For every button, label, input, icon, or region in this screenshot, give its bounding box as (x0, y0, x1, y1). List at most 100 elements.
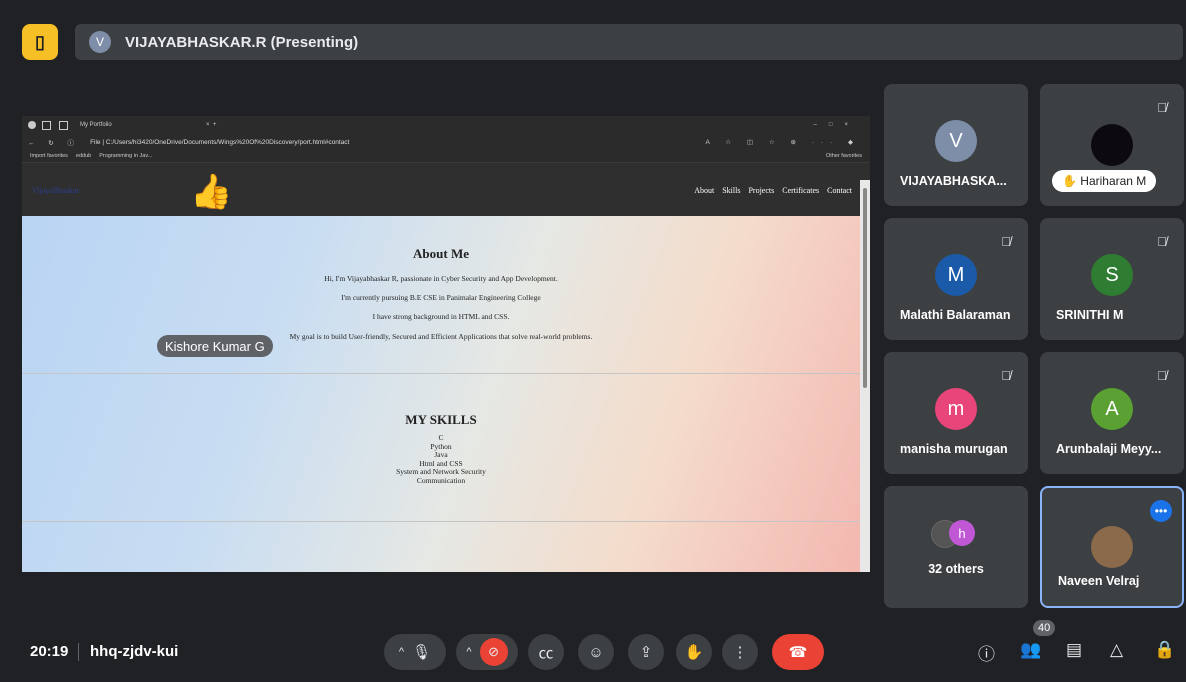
top-bar: ▯ V VIJAYABHASKAR.R (Presenting) (0, 0, 1186, 72)
leave-call-button[interactable]: ☎ (772, 634, 824, 670)
participant-name: SRINITHI M (1056, 308, 1124, 322)
profile-icon (28, 121, 36, 129)
skills-list: C Python Java Html and CSS System and Ne… (22, 433, 860, 485)
host-controls-icon[interactable]: 🔒 (1154, 640, 1175, 660)
chevron-up-icon[interactable]: ^ (466, 646, 471, 658)
participant-tile-active[interactable]: ••• Naveen Velraj (1040, 486, 1184, 608)
favorite-import[interactable]: Import favorites (30, 153, 68, 159)
back-refresh-icon[interactable]: ← ↻ ⓘ (28, 137, 80, 147)
avatar: M (935, 254, 977, 296)
participant-name: Naveen Velraj (1058, 574, 1140, 588)
raise-hand-button[interactable]: ✋ (676, 634, 712, 670)
captions-icon: ㏄ (538, 644, 554, 662)
divider (78, 643, 79, 661)
favorite-programming[interactable]: Programming in Jav... (99, 153, 152, 159)
favorite-eddub[interactable]: eddub (76, 153, 91, 159)
site-content: About Me Hi, I'm Vijayabhaskar R, passio… (22, 216, 860, 572)
present-screen-icon: ⇪ (639, 644, 653, 661)
nav-projects[interactable]: Projects (748, 186, 774, 195)
participant-count-badge: 40 (1033, 620, 1056, 636)
browser-address-bar: ← ↻ ⓘ File | C:/Users/hi3420/OneDrive/Do… (22, 134, 870, 150)
thumbs-up-reaction-icon: 👍 (190, 173, 233, 211)
avatar: A (1091, 388, 1133, 430)
meeting-details-icon[interactable]: ⓘ (978, 640, 995, 665)
about-line: Hi, I'm Vijayabhaskar R, passionate in C… (324, 274, 558, 283)
mic-off-icon: 🎙̸ (1157, 233, 1167, 249)
meet-companion-icon[interactable]: ▯ (22, 24, 58, 60)
presenter-avatar: V (89, 31, 111, 53)
site-brand[interactable]: VijayaBhaskar (32, 186, 79, 195)
present-button[interactable]: ⇪ (628, 634, 664, 670)
other-favorites[interactable]: Other favorites (826, 153, 862, 159)
avatar (1091, 124, 1133, 166)
browser-tab-strip: My Portfolio × + –□× (22, 116, 870, 134)
avatar: m (935, 388, 977, 430)
workspaces-icon (59, 120, 68, 130)
site-navbar: VijayaBhaskar About Skills Projects Cert… (22, 163, 870, 217)
nav-skills[interactable]: Skills (722, 186, 740, 195)
more-vert-icon: ⋮ (732, 644, 748, 661)
pinned-name-pill: ✋ Hariharan M (1052, 170, 1157, 192)
about-heading: About Me (413, 246, 469, 261)
browser-tab[interactable]: My Portfolio (80, 122, 200, 128)
nav-about[interactable]: About (694, 186, 714, 195)
skills-heading: MY SKILLS (405, 412, 477, 427)
nav-certificates[interactable]: Certificates (782, 186, 819, 195)
site-nav-links: About Skills Projects Certificates Conta… (688, 186, 852, 195)
avatar (1091, 526, 1133, 568)
window-controls[interactable]: –□× (814, 122, 860, 128)
people-icon[interactable]: 👥 (1020, 640, 1041, 660)
participant-name: manisha murugan (900, 442, 1008, 456)
bottom-bar: 20:19 hhq-zjdv-kui ^ 🎙 ^ ⊘ ㏄ ☺ ⇪ ✋ ⋮ ☎ ⓘ… (0, 620, 1186, 682)
camera-button[interactable]: ^ ⊘ (456, 634, 518, 670)
participant-name: Arunbalaji Meyy... (1056, 442, 1162, 456)
others-tile[interactable]: h 32 others (884, 486, 1028, 608)
favorites-bar: Import favorites eddub Programming in Ja… (22, 150, 870, 163)
mic-off-icon: 🎙̸ (1001, 367, 1011, 383)
section-divider (22, 521, 860, 522)
avatar: S (1091, 254, 1133, 296)
chevron-up-icon[interactable]: ^ (399, 646, 404, 658)
close-tab-icon[interactable]: × + (206, 122, 216, 128)
reaction-sender: Kishore Kumar G (157, 335, 273, 357)
about-line: My goal is to build User-friendly, Secur… (289, 332, 593, 341)
meeting-time: 20:19 (30, 643, 69, 660)
others-avatars: h (931, 520, 991, 548)
participant-tile[interactable]: 🎙̸ ✋ Hariharan M (1040, 84, 1184, 206)
about-line: I'm currently pursuing B.E CSE in Panima… (341, 293, 541, 302)
shared-screen: My Portfolio × + –□× ← ↻ ⓘ File | C:/Use… (22, 116, 870, 572)
url-field[interactable]: File | C:/Users/hi3420/OneDrive/Document… (90, 139, 705, 146)
more-options-icon[interactable]: ••• (1150, 500, 1172, 522)
emoji-icon: ☺ (588, 643, 604, 661)
more-options-button[interactable]: ⋮ (722, 634, 758, 670)
nav-contact[interactable]: Contact (827, 186, 852, 195)
about-line: I have strong background in HTML and CSS… (372, 312, 510, 321)
avatar: h (949, 520, 975, 546)
meeting-code: hhq-zjdv-kui (90, 643, 179, 660)
scrollbar-thumb[interactable] (863, 188, 867, 388)
section-divider (22, 373, 860, 374)
others-count: 32 others (928, 562, 984, 576)
browser-toolbar-icons[interactable]: A ☆ ◫ ☆ ⊕ ··· ◆ (705, 138, 860, 146)
participant-tile[interactable]: 🎙̸ m manisha murugan (884, 352, 1028, 474)
mic-off-icon: 🎙̸ (1157, 367, 1167, 383)
reactions-button[interactable]: ☺ (578, 634, 614, 670)
mic-button[interactable]: ^ 🎙 (384, 634, 446, 670)
mic-off-icon: 🎙̸ (1157, 99, 1167, 115)
mic-icon: 🎙 (412, 644, 432, 661)
chat-icon[interactable]: ▤ (1066, 640, 1082, 660)
page-scrollbar[interactable] (860, 180, 870, 572)
participant-tile[interactable]: 🎙̸ A Arunbalaji Meyy... (1040, 352, 1184, 474)
phone-hangup-icon: ☎ (788, 644, 808, 661)
tab-actions-icon (42, 120, 51, 130)
participant-tile[interactable]: 🎙̸ M Malathi Balaraman (884, 218, 1028, 340)
participant-tile[interactable]: 🎙̸ S SRINITHI M (1040, 218, 1184, 340)
participant-name: Hariharan M (1080, 174, 1147, 188)
presenting-banner[interactable]: V VIJAYABHASKAR.R (Presenting) (75, 24, 1183, 60)
activities-icon[interactable]: △ (1110, 640, 1123, 660)
presenting-label: VIJAYABHASKAR.R (Presenting) (125, 33, 359, 51)
camera-off-icon: ⊘ (479, 638, 508, 666)
participant-name: VIJAYABHASKA... (900, 174, 1007, 188)
captions-button[interactable]: ㏄ (528, 634, 564, 670)
participant-tile[interactable]: V VIJAYABHASKA... (884, 84, 1028, 206)
